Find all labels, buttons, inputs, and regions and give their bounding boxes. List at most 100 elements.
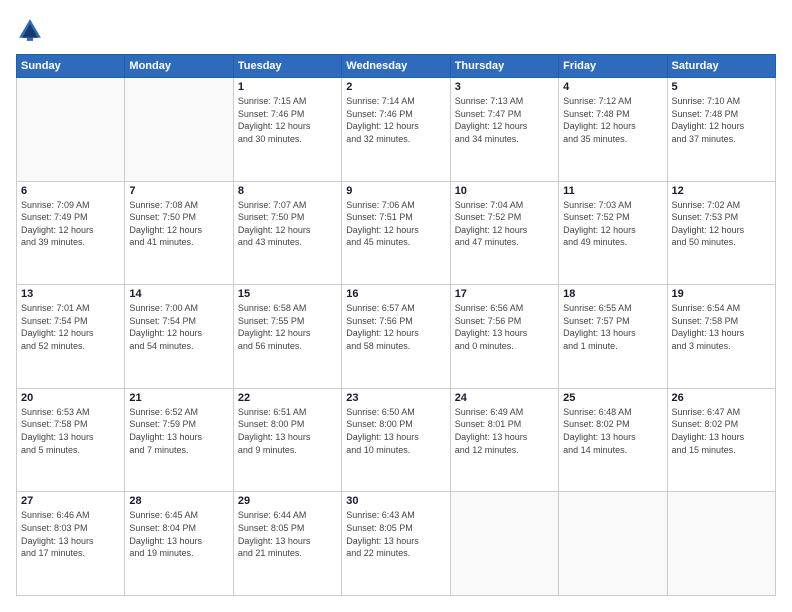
day-number: 9 bbox=[346, 185, 445, 197]
calendar-cell: 11 Sunrise: 7:03 AM Sunset: 7:52 PM Dayli… bbox=[559, 181, 667, 285]
day-info: Sunrise: 7:06 AM Sunset: 7:51 PM Dayligh… bbox=[346, 199, 445, 249]
day-number: 8 bbox=[238, 185, 337, 197]
day-info: Sunrise: 6:58 AM Sunset: 7:55 PM Dayligh… bbox=[238, 302, 337, 352]
day-info: Sunrise: 7:02 AM Sunset: 7:53 PM Dayligh… bbox=[672, 199, 771, 249]
header bbox=[16, 16, 776, 44]
day-info: Sunrise: 6:50 AM Sunset: 8:00 PM Dayligh… bbox=[346, 406, 445, 456]
calendar-cell: 28Sunrise: 6:45 AM Sunset: 8:04 PM Dayli… bbox=[125, 492, 233, 596]
day-info: Sunrise: 7:15 AM Sunset: 7:46 PM Dayligh… bbox=[238, 95, 337, 145]
calendar-cell: 13 Sunrise: 7:01 AM Sunset: 7:54 PM Dayli… bbox=[17, 285, 125, 389]
calendar-cell: 26 Sunrise: 6:47 AM Sunset: 8:02 PM Dayli… bbox=[667, 388, 775, 492]
calendar-table: SundayMondayTuesdayWednesdayThursdayFrid… bbox=[16, 54, 776, 596]
day-info: Sunrise: 6:45 AM Sunset: 8:04 PM Dayligh… bbox=[129, 509, 228, 559]
day-info: Sunrise: 6:44 AM Sunset: 8:05 PM Dayligh… bbox=[238, 509, 337, 559]
day-number: 16 bbox=[346, 288, 445, 300]
calendar-header-wednesday: Wednesday bbox=[342, 55, 450, 78]
calendar-cell bbox=[17, 78, 125, 182]
day-number: 10 bbox=[455, 185, 554, 197]
day-number: 4 bbox=[563, 81, 662, 93]
day-info: Sunrise: 6:47 AM Sunset: 8:02 PM Dayligh… bbox=[672, 406, 771, 456]
calendar-header-saturday: Saturday bbox=[667, 55, 775, 78]
calendar-cell: 7Sunrise: 7:08 AM Sunset: 7:50 PM Daylig… bbox=[125, 181, 233, 285]
day-info: Sunrise: 7:07 AM Sunset: 7:50 PM Dayligh… bbox=[238, 199, 337, 249]
day-info: Sunrise: 6:54 AM Sunset: 7:58 PM Dayligh… bbox=[672, 302, 771, 352]
day-number: 29 bbox=[238, 495, 337, 507]
day-number: 15 bbox=[238, 288, 337, 300]
day-info: Sunrise: 6:43 AM Sunset: 8:05 PM Dayligh… bbox=[346, 509, 445, 559]
logo-icon bbox=[16, 16, 44, 44]
day-number: 7 bbox=[129, 185, 228, 197]
calendar-header-friday: Friday bbox=[559, 55, 667, 78]
day-number: 17 bbox=[455, 288, 554, 300]
calendar-cell: 9 Sunrise: 7:06 AM Sunset: 7:51 PM Daylig… bbox=[342, 181, 450, 285]
calendar-cell: 21 Sunrise: 6:52 AM Sunset: 7:59 PM Dayli… bbox=[125, 388, 233, 492]
calendar-cell: 22 Sunrise: 6:51 AM Sunset: 8:00 PM Dayli… bbox=[233, 388, 341, 492]
day-info: Sunrise: 7:04 AM Sunset: 7:52 PM Dayligh… bbox=[455, 199, 554, 249]
day-info: Sunrise: 7:01 AM Sunset: 7:54 PM Dayligh… bbox=[21, 302, 120, 352]
day-info: Sunrise: 7:14 AM Sunset: 7:46 PM Dayligh… bbox=[346, 95, 445, 145]
calendar-cell: 17 Sunrise: 6:56 AM Sunset: 7:56 PM Dayli… bbox=[450, 285, 558, 389]
calendar-week-row: 1 Sunrise: 7:15 AM Sunset: 7:46 PM Daylig… bbox=[17, 78, 776, 182]
day-info: Sunrise: 6:49 AM Sunset: 8:01 PM Dayligh… bbox=[455, 406, 554, 456]
calendar-cell: 1 Sunrise: 7:15 AM Sunset: 7:46 PM Daylig… bbox=[233, 78, 341, 182]
calendar-header-sunday: Sunday bbox=[17, 55, 125, 78]
day-number: 20 bbox=[21, 392, 120, 404]
calendar-cell: 16Sunrise: 6:57 AM Sunset: 7:56 PM Dayli… bbox=[342, 285, 450, 389]
calendar-cell: 23 Sunrise: 6:50 AM Sunset: 8:00 PM Dayli… bbox=[342, 388, 450, 492]
page: SundayMondayTuesdayWednesdayThursdayFrid… bbox=[0, 0, 792, 612]
day-number: 13 bbox=[21, 288, 120, 300]
day-info: Sunrise: 6:48 AM Sunset: 8:02 PM Dayligh… bbox=[563, 406, 662, 456]
day-info: Sunrise: 6:52 AM Sunset: 7:59 PM Dayligh… bbox=[129, 406, 228, 456]
calendar-cell: 27 Sunrise: 6:46 AM Sunset: 8:03 PM Dayli… bbox=[17, 492, 125, 596]
calendar-cell: 19Sunrise: 6:54 AM Sunset: 7:58 PM Dayli… bbox=[667, 285, 775, 389]
day-number: 30 bbox=[346, 495, 445, 507]
day-info: Sunrise: 7:12 AM Sunset: 7:48 PM Dayligh… bbox=[563, 95, 662, 145]
day-number: 1 bbox=[238, 81, 337, 93]
calendar-cell: 25 Sunrise: 6:48 AM Sunset: 8:02 PM Dayli… bbox=[559, 388, 667, 492]
day-number: 11 bbox=[563, 185, 662, 197]
calendar-cell: 2 Sunrise: 7:14 AM Sunset: 7:46 PM Daylig… bbox=[342, 78, 450, 182]
calendar-week-row: 6 Sunrise: 7:09 AM Sunset: 7:49 PM Daylig… bbox=[17, 181, 776, 285]
day-number: 5 bbox=[672, 81, 771, 93]
calendar-cell: 14 Sunrise: 7:00 AM Sunset: 7:54 PM Dayli… bbox=[125, 285, 233, 389]
day-number: 2 bbox=[346, 81, 445, 93]
day-info: Sunrise: 6:55 AM Sunset: 7:57 PM Dayligh… bbox=[563, 302, 662, 352]
day-number: 22 bbox=[238, 392, 337, 404]
day-info: Sunrise: 6:53 AM Sunset: 7:58 PM Dayligh… bbox=[21, 406, 120, 456]
calendar-cell: 18 Sunrise: 6:55 AM Sunset: 7:57 PM Dayli… bbox=[559, 285, 667, 389]
day-info: Sunrise: 6:51 AM Sunset: 8:00 PM Dayligh… bbox=[238, 406, 337, 456]
calendar-cell: 8 Sunrise: 7:07 AM Sunset: 7:50 PM Daylig… bbox=[233, 181, 341, 285]
day-info: Sunrise: 6:46 AM Sunset: 8:03 PM Dayligh… bbox=[21, 509, 120, 559]
day-number: 18 bbox=[563, 288, 662, 300]
calendar-cell: 30 Sunrise: 6:43 AM Sunset: 8:05 PM Dayli… bbox=[342, 492, 450, 596]
day-number: 21 bbox=[129, 392, 228, 404]
day-number: 14 bbox=[129, 288, 228, 300]
day-number: 6 bbox=[21, 185, 120, 197]
calendar-cell bbox=[125, 78, 233, 182]
day-info: Sunrise: 7:00 AM Sunset: 7:54 PM Dayligh… bbox=[129, 302, 228, 352]
calendar-header-thursday: Thursday bbox=[450, 55, 558, 78]
calendar-cell bbox=[450, 492, 558, 596]
day-info: Sunrise: 7:09 AM Sunset: 7:49 PM Dayligh… bbox=[21, 199, 120, 249]
day-info: Sunrise: 7:10 AM Sunset: 7:48 PM Dayligh… bbox=[672, 95, 771, 145]
calendar-cell bbox=[667, 492, 775, 596]
calendar-week-row: 13 Sunrise: 7:01 AM Sunset: 7:54 PM Dayli… bbox=[17, 285, 776, 389]
day-number: 3 bbox=[455, 81, 554, 93]
calendar-cell: 5 Sunrise: 7:10 AM Sunset: 7:48 PM Daylig… bbox=[667, 78, 775, 182]
day-info: Sunrise: 7:13 AM Sunset: 7:47 PM Dayligh… bbox=[455, 95, 554, 145]
calendar-cell: 20 Sunrise: 6:53 AM Sunset: 7:58 PM Dayli… bbox=[17, 388, 125, 492]
day-number: 27 bbox=[21, 495, 120, 507]
calendar-cell: 24Sunrise: 6:49 AM Sunset: 8:01 PM Dayli… bbox=[450, 388, 558, 492]
calendar-header-row: SundayMondayTuesdayWednesdayThursdayFrid… bbox=[17, 55, 776, 78]
calendar-cell: 12 Sunrise: 7:02 AM Sunset: 7:53 PM Dayli… bbox=[667, 181, 775, 285]
day-number: 23 bbox=[346, 392, 445, 404]
day-info: Sunrise: 6:56 AM Sunset: 7:56 PM Dayligh… bbox=[455, 302, 554, 352]
calendar-header-tuesday: Tuesday bbox=[233, 55, 341, 78]
day-info: Sunrise: 7:03 AM Sunset: 7:52 PM Dayligh… bbox=[563, 199, 662, 249]
day-number: 26 bbox=[672, 392, 771, 404]
calendar-week-row: 27 Sunrise: 6:46 AM Sunset: 8:03 PM Dayli… bbox=[17, 492, 776, 596]
calendar-cell: 4 Sunrise: 7:12 AM Sunset: 7:48 PM Daylig… bbox=[559, 78, 667, 182]
calendar-cell: 15 Sunrise: 6:58 AM Sunset: 7:55 PM Dayli… bbox=[233, 285, 341, 389]
day-number: 25 bbox=[563, 392, 662, 404]
day-number: 12 bbox=[672, 185, 771, 197]
